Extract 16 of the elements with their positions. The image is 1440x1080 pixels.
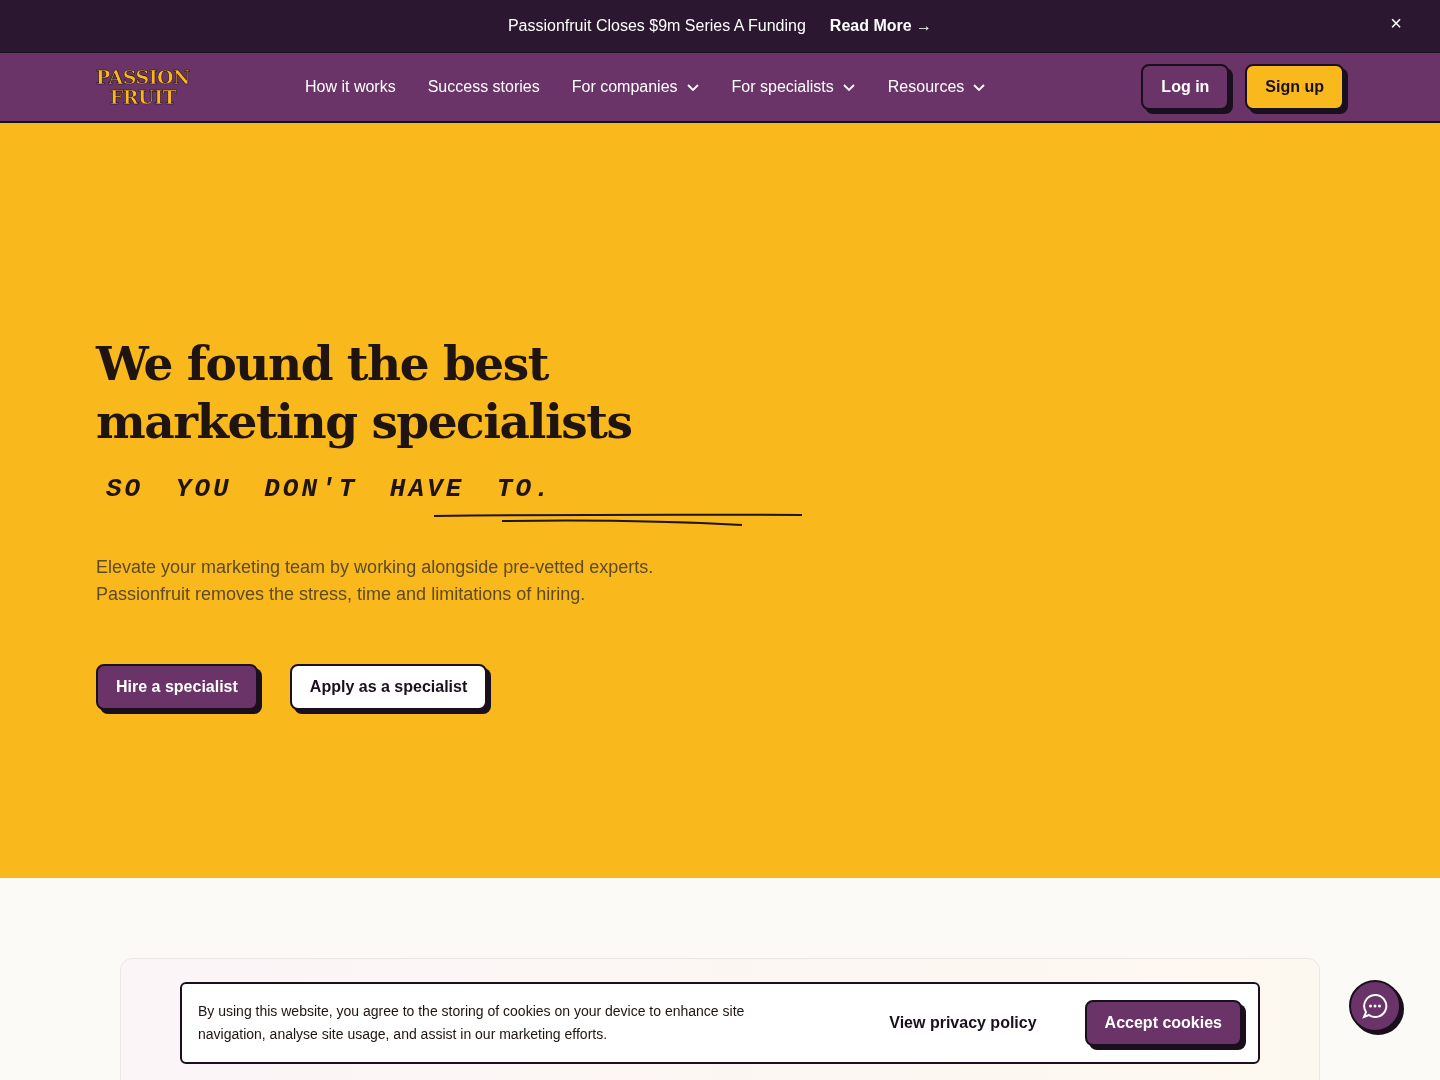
logo[interactable]: PASSION FRUIT bbox=[96, 67, 190, 107]
nav-dropdown[interactable]: Resources bbox=[887, 75, 987, 99]
announcement-text: Passionfruit Closes $9m Series A Funding bbox=[507, 16, 806, 36]
hero-subtitle: Elevate your marketing team by working alongside pre-vetted experts. Passionfruit removes the stress, time and limitations of hiring. bbox=[96, 556, 655, 606]
read-more-link[interactable]: Read More → bbox=[829, 14, 933, 38]
nav-dropdown[interactable]: For companies bbox=[571, 75, 700, 99]
chat-icon bbox=[1362, 993, 1388, 1019]
hero-heading: We found the best marketing specialists bbox=[96, 336, 632, 449]
close-button[interactable]: × bbox=[1384, 12, 1408, 34]
nav-link[interactable]: How it works bbox=[305, 75, 396, 99]
handwritten-text: SO YOU DON'T HAVE TO. bbox=[106, 473, 553, 506]
privacy-policy-link[interactable]: View privacy policy bbox=[883, 1010, 1043, 1036]
cookie-notice-text: By using this website, you agree to the storing of cookies on your device to enhance site navigation, analyse site usage, and assist in our marketing efforts. bbox=[198, 1002, 746, 1044]
nav-link[interactable]: Success stories bbox=[427, 75, 540, 99]
chat-button[interactable] bbox=[1349, 980, 1401, 1032]
nav-dropdown[interactable]: For specialists bbox=[731, 75, 856, 99]
